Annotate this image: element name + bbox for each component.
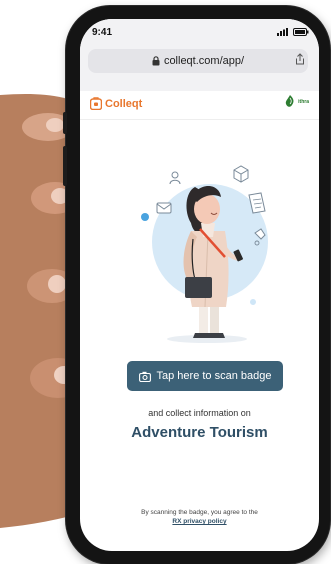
phone-screen: 9:41 colleqt.com/app/ Colleqt ithra Tap … [80,19,319,551]
agreement-notice: By scanning the badge, you agree to the … [80,508,319,526]
address-bar[interactable]: colleqt.com/app/ [88,49,308,73]
partner-emblem-icon [285,95,294,107]
cube-icon [233,165,249,183]
scan-badge-label: Tap here to scan badge [156,370,272,382]
url-text: colleqt.com/app/ [163,55,245,67]
user-icon [169,171,181,185]
woman-scanning-illustration [141,165,268,343]
partner-name: ithra [298,99,309,105]
browser-chrome: colleqt.com/app/ [80,43,319,92]
colleqt-logo-icon [90,97,102,110]
lock-icon [152,56,160,66]
partner-logo: ithra [284,95,309,109]
status-bar: 9:41 [80,19,319,43]
phone-side-button [63,112,67,134]
status-time: 9:41 [92,27,113,38]
signal-icon [277,28,288,36]
brand-logo[interactable]: Colleqt [90,97,142,110]
camera-icon [138,371,151,382]
mail-icon [156,202,172,214]
share-icon[interactable] [295,53,305,65]
topic-title: Adventure Tourism [131,424,268,441]
privacy-policy-link[interactable]: RX privacy policy [172,518,226,525]
agreement-text: By scanning the badge, you agree to the [141,509,258,516]
scan-badge-button[interactable]: Tap here to scan badge [127,361,283,391]
collect-info-text: and collect information on [148,408,251,418]
battery-icon [293,28,309,36]
app-header: Colleqt ithra [80,91,319,120]
phone-side-button [63,146,67,186]
brand-name: Colleqt [105,97,143,110]
